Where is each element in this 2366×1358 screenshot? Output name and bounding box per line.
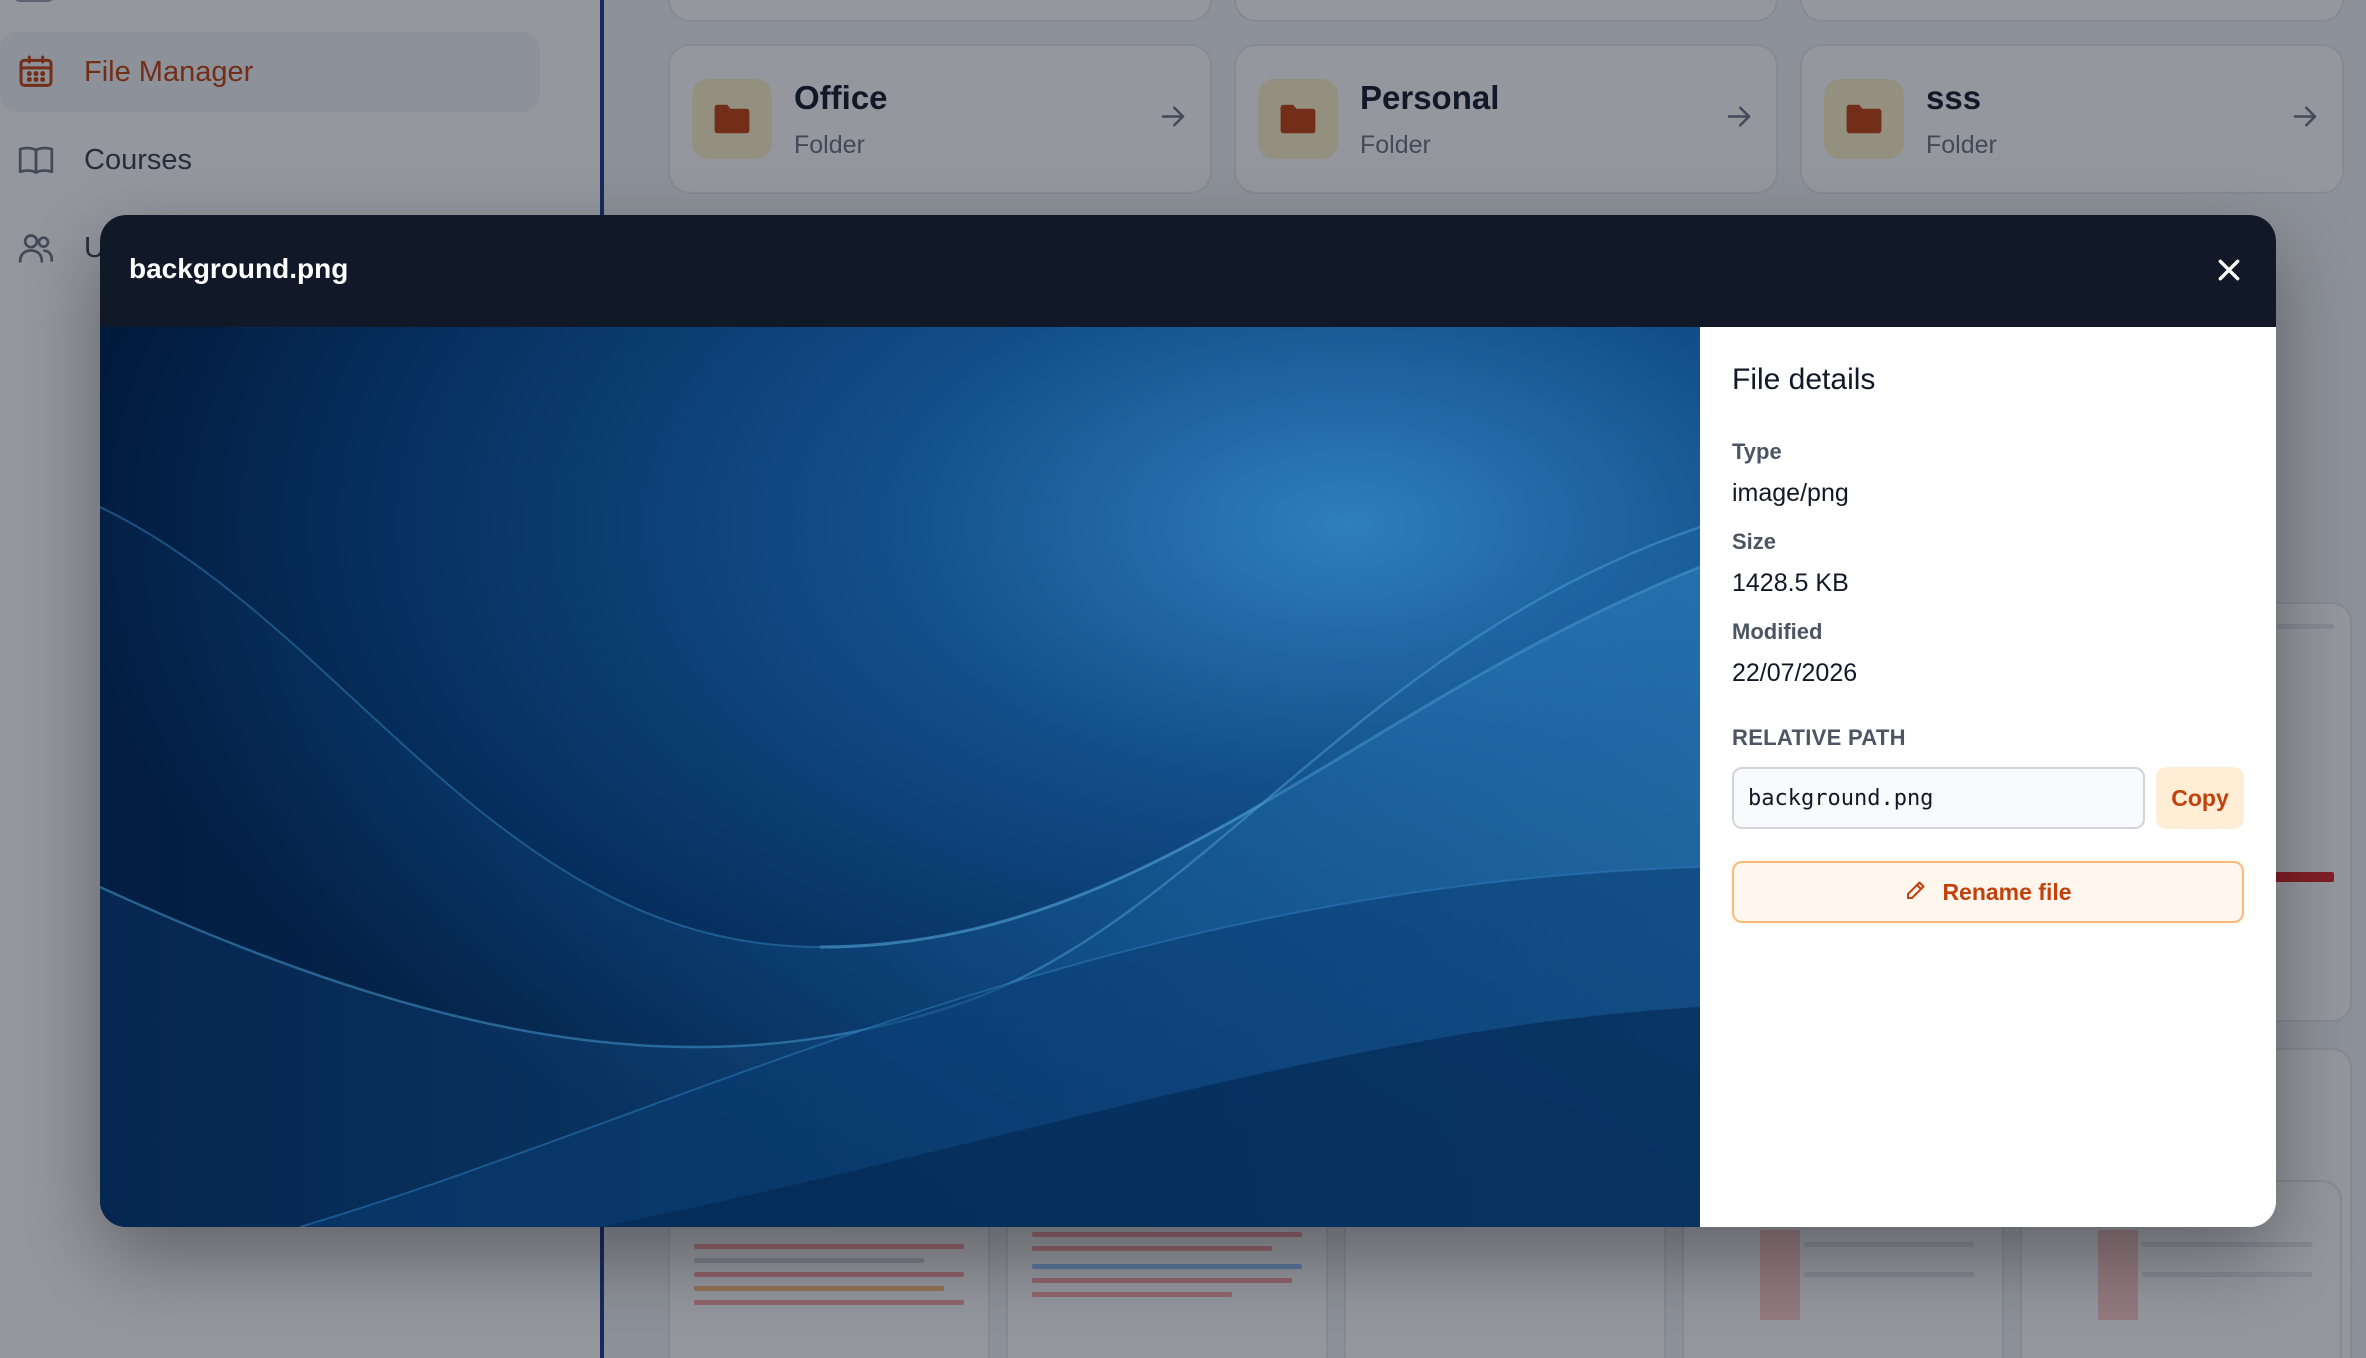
rename-file-label: Rename file: [1942, 878, 2072, 905]
file-preview-modal: background.png File details Type image/p…: [100, 215, 2276, 1227]
relative-path-label: RELATIVE PATH: [1732, 725, 1906, 750]
modified-value: 22/07/2026: [1732, 659, 1858, 687]
rename-file-button[interactable]: Rename file: [1732, 861, 2244, 923]
copy-button[interactable]: Copy: [2156, 767, 2244, 829]
close-button[interactable]: [2206, 249, 2252, 295]
image-preview: [100, 327, 1700, 1227]
modified-label: Modified: [1732, 619, 1823, 644]
modal-header: background.png: [100, 215, 2276, 327]
close-icon: [2216, 257, 2242, 288]
pencil-icon: [1904, 878, 1928, 907]
preview-image: [100, 327, 1700, 1227]
size-value: 1428.5 KB: [1732, 569, 1849, 597]
size-label: Size: [1732, 529, 1777, 554]
file-details-panel: File details Type image/png Size 1428.5 …: [1700, 327, 2276, 1227]
type-label: Type: [1732, 439, 1782, 464]
modal-title: background.png: [129, 253, 349, 284]
type-value: image/png: [1732, 479, 1849, 507]
relative-path-input[interactable]: [1732, 767, 2145, 829]
details-heading: File details: [1732, 363, 1876, 396]
